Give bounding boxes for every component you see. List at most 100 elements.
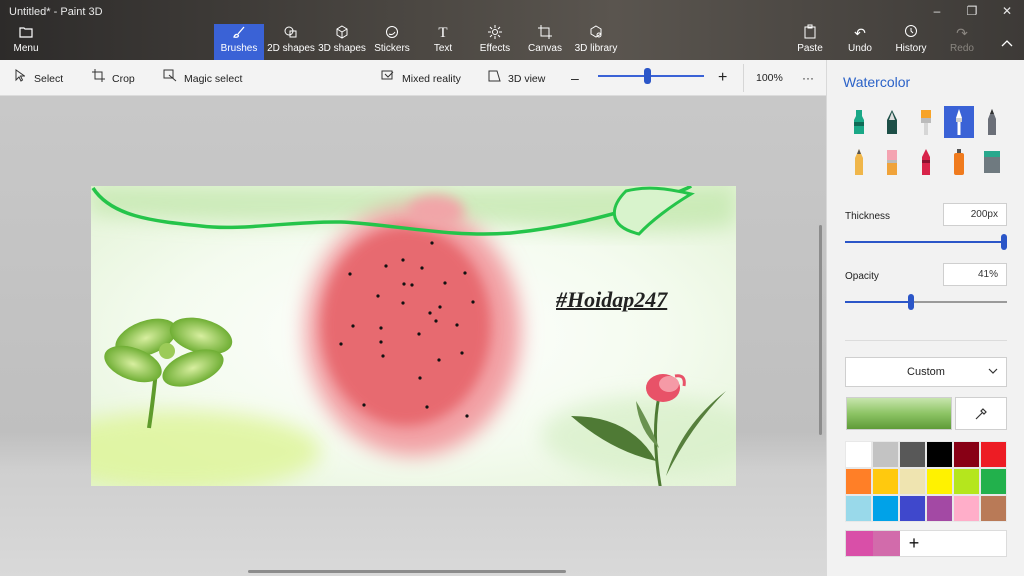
crop-button[interactable]: Crop xyxy=(90,60,135,96)
tab-brushes[interactable]: Brushes xyxy=(214,24,264,60)
toolbar: Select Crop Magic select Mixed reality 3… xyxy=(0,60,826,96)
palette-swatch[interactable] xyxy=(899,441,926,468)
brush-spray-can[interactable] xyxy=(944,146,974,178)
oil-brush-icon xyxy=(921,110,931,135)
text-icon: T xyxy=(438,25,448,41)
spray-can-icon xyxy=(954,149,964,175)
calligraphy-pen-icon xyxy=(887,110,897,134)
brush-panel: Watercolor Thickness 200px Opacity 41% C… xyxy=(826,60,1024,576)
palette-swatch[interactable] xyxy=(980,468,1007,495)
3d-view-icon xyxy=(486,60,502,96)
magic-select-button[interactable]: Magic select xyxy=(162,60,242,96)
brush-watercolor[interactable] xyxy=(944,106,974,138)
mixed-reality-icon xyxy=(380,60,396,96)
opacity-label: Opacity xyxy=(845,271,879,282)
vertical-scrollbar[interactable] xyxy=(819,225,822,435)
tab-canvas[interactable]: Canvas xyxy=(526,24,564,60)
close-button[interactable]: ✕ xyxy=(992,4,1022,22)
eyedropper-button[interactable] xyxy=(955,397,1007,430)
canvas-artwork xyxy=(91,186,736,486)
palette-swatch[interactable] xyxy=(980,441,1007,468)
tab-stickers[interactable]: Stickers xyxy=(370,24,414,60)
brush-fill[interactable] xyxy=(977,146,1007,178)
color-mode-dropdown[interactable]: Custom xyxy=(845,357,1007,387)
palette-swatch[interactable] xyxy=(872,468,899,495)
zoom-slider-thumb[interactable] xyxy=(643,68,651,84)
tab-2d-shapes[interactable]: 2D shapes xyxy=(266,24,316,60)
opacity-slider[interactable] xyxy=(845,294,1007,310)
pencil-icon xyxy=(855,149,863,175)
brush-icon xyxy=(214,24,264,42)
pixel-pen-icon xyxy=(988,109,996,135)
tab-3d-shapes[interactable]: 3D shapes xyxy=(318,24,366,60)
select-button[interactable]: Select xyxy=(12,60,63,96)
opacity-slider-thumb[interactable] xyxy=(908,294,915,310)
menu-button[interactable]: Menu xyxy=(6,24,46,60)
cursor-icon xyxy=(12,60,28,96)
redo-button[interactable]: ↷ Redo xyxy=(948,24,976,60)
thickness-slider-fill xyxy=(845,241,1007,243)
brush-pencil[interactable] xyxy=(844,146,874,178)
thickness-input[interactable]: 200px xyxy=(943,203,1007,226)
brush-oil[interactable] xyxy=(911,106,941,138)
zoom-level[interactable]: 100% xyxy=(756,60,783,96)
brush-pixel-pen[interactable] xyxy=(977,106,1007,138)
yellow-wash-bottom xyxy=(91,411,321,486)
clipboard-icon xyxy=(796,24,824,42)
palette-swatch[interactable] xyxy=(980,495,1007,522)
collapse-ribbon-button[interactable] xyxy=(996,24,1018,60)
palette-swatch[interactable] xyxy=(872,441,899,468)
2d-shapes-icon xyxy=(266,24,316,42)
hashtag-text[interactable]: #Hoidap247 xyxy=(556,287,667,313)
more-options-button[interactable]: ··· xyxy=(802,60,814,96)
paste-button[interactable]: Paste xyxy=(796,24,824,60)
maximize-button[interactable]: ❐ xyxy=(957,4,987,22)
palette-swatch[interactable] xyxy=(926,441,953,468)
opacity-input[interactable]: 41% xyxy=(943,263,1007,286)
tab-effects[interactable]: Effects xyxy=(474,24,516,60)
current-color-swatch[interactable] xyxy=(846,397,952,430)
palette-swatch[interactable] xyxy=(953,495,980,522)
3d-shapes-icon xyxy=(318,24,366,42)
palette-swatch[interactable] xyxy=(845,468,872,495)
effects-icon xyxy=(474,24,516,42)
undo-button[interactable]: ↶ Undo xyxy=(846,24,874,60)
chevron-up-icon xyxy=(996,24,1018,60)
palette-swatch[interactable] xyxy=(845,495,872,522)
thickness-slider-thumb[interactable] xyxy=(1001,234,1007,250)
palette-swatch[interactable] xyxy=(899,468,926,495)
four-leaf-clover xyxy=(104,317,233,429)
zoom-in-button[interactable]: + xyxy=(718,60,727,96)
palette-swatch[interactable] xyxy=(845,441,872,468)
horizontal-scrollbar[interactable] xyxy=(248,570,566,573)
brush-eraser[interactable] xyxy=(877,146,907,178)
palette-swatch[interactable] xyxy=(926,495,953,522)
add-color-button[interactable]: + xyxy=(904,531,924,556)
magic-select-icon xyxy=(162,60,178,96)
crop-icon xyxy=(90,60,106,96)
brush-marker[interactable] xyxy=(844,106,874,138)
thickness-slider[interactable] xyxy=(845,234,1007,250)
3d-view-button[interactable]: 3D view xyxy=(486,60,545,96)
zoom-slider-track[interactable] xyxy=(598,75,704,77)
brush-calligraphy-pen[interactable] xyxy=(877,106,907,138)
palette-swatch[interactable] xyxy=(926,468,953,495)
palette-swatch[interactable] xyxy=(953,441,980,468)
history-button[interactable]: History xyxy=(894,24,928,60)
drawing-canvas[interactable]: #Hoidap247 xyxy=(91,186,736,486)
minimize-button[interactable]: – xyxy=(922,4,952,22)
redo-icon: ↷ xyxy=(956,25,968,41)
mixed-reality-button[interactable]: Mixed reality xyxy=(380,60,461,96)
custom-colors-row: + xyxy=(845,530,1007,557)
zoom-out-button[interactable]: – xyxy=(571,60,579,96)
tab-3d-library[interactable]: 3D library xyxy=(574,24,618,60)
brush-crayon[interactable] xyxy=(911,146,941,178)
tab-text[interactable]: T Text xyxy=(424,24,462,60)
palette-swatch[interactable] xyxy=(899,495,926,522)
custom-color-swatch[interactable] xyxy=(873,531,900,556)
palette-swatch[interactable] xyxy=(953,468,980,495)
custom-color-swatch[interactable] xyxy=(846,531,873,556)
panel-title: Watercolor xyxy=(843,74,911,90)
palette-swatch[interactable] xyxy=(872,495,899,522)
undo-icon: ↶ xyxy=(854,25,866,41)
